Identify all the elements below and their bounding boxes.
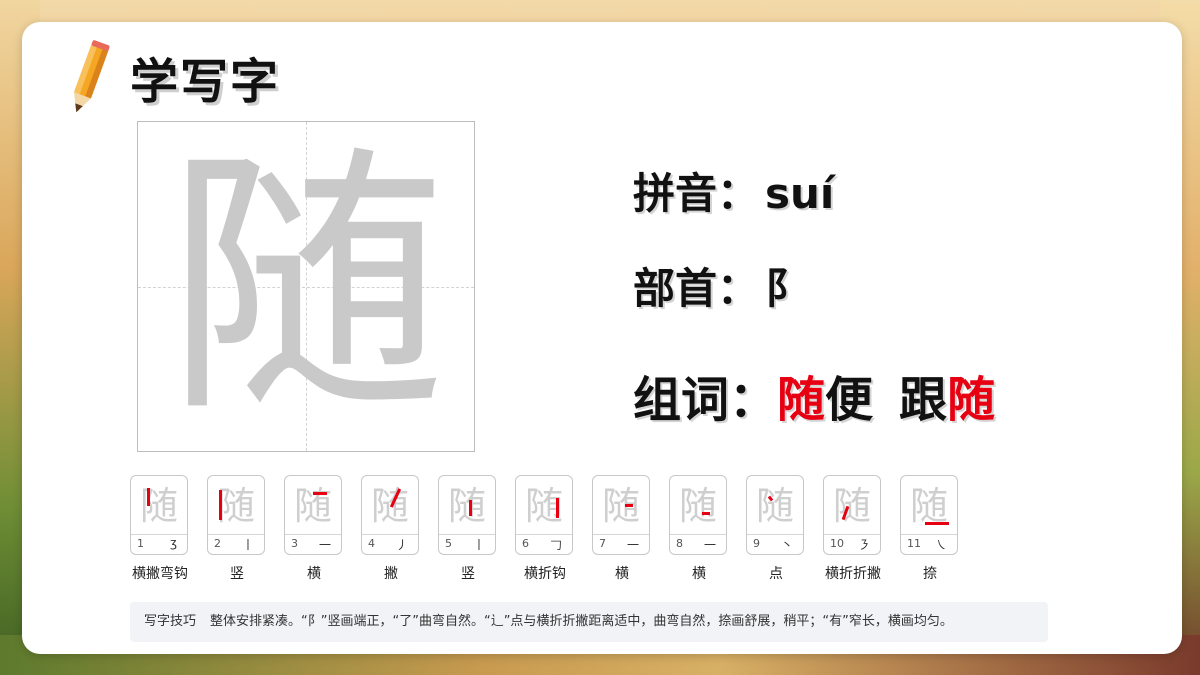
stroke-highlight xyxy=(147,488,150,506)
stroke-shape: 𠃌 xyxy=(549,538,562,552)
stroke-shape: 一 xyxy=(318,538,331,552)
stroke-highlight xyxy=(702,512,710,515)
stroke-card: 随 8 一 xyxy=(669,475,727,555)
large-character: 随 xyxy=(166,123,446,450)
stroke-character: 随 xyxy=(524,484,563,528)
radical-label: 部首： xyxy=(633,264,760,313)
stroke-card: 随 11 ㇏ xyxy=(900,475,958,555)
pinyin-row: 拼音： suí xyxy=(633,160,834,221)
word2-highlight: 随 xyxy=(947,372,996,428)
stroke-shape: ㇏ xyxy=(934,538,947,552)
stroke-shape: 一 xyxy=(703,538,716,552)
stroke-number: 8 xyxy=(676,537,683,550)
stroke-character: 随 xyxy=(293,484,332,528)
stroke-number: 9 xyxy=(753,537,760,550)
stroke-number: 11 xyxy=(907,537,921,550)
stroke-character: 随 xyxy=(216,484,255,528)
stroke-item: 随 6 𠃌 横折钩 xyxy=(515,475,575,582)
stroke-number: 4 xyxy=(368,537,375,550)
stroke-item: 随 4 丿 撇 xyxy=(361,475,421,582)
pencil-icon xyxy=(74,40,110,113)
stroke-item: 随 5 丨 竖 xyxy=(438,475,498,582)
stroke-shape: ㇋ xyxy=(857,538,870,552)
stroke-card: 随 2 丨 xyxy=(207,475,265,555)
word1-highlight: 随 xyxy=(777,372,826,428)
stroke-number: 1 xyxy=(137,537,144,550)
stroke-character: 随 xyxy=(139,484,178,528)
stroke-item: 随 8 一 横 xyxy=(669,475,729,582)
stroke-number: 6 xyxy=(522,537,529,550)
word-group-row: 组词：随便 跟随 xyxy=(633,360,995,430)
stroke-card: 随 9 丶 xyxy=(746,475,804,555)
radical-value: 阝 xyxy=(765,264,808,313)
stroke-character: 随 xyxy=(832,484,871,528)
stroke-number: 5 xyxy=(445,537,452,550)
page-title: 学写字 xyxy=(130,54,281,110)
stroke-card: 随 1 ʒ xyxy=(130,475,188,555)
word2-rest: 跟 xyxy=(899,372,948,428)
stroke-card: 随 10 ㇋ xyxy=(823,475,881,555)
stroke-shape: 一 xyxy=(626,538,639,552)
stroke-card: 随 5 丨 xyxy=(438,475,496,555)
stroke-name: 捺 xyxy=(923,566,937,582)
stroke-highlight xyxy=(556,498,559,518)
radical-row: 部首：阝 xyxy=(633,255,807,316)
stroke-highlight xyxy=(313,492,327,495)
pinyin-label: 拼音： xyxy=(633,169,760,218)
stroke-highlight xyxy=(469,500,472,516)
writing-tips-box: 写字技巧 整体安排紧凑。“阝”竖画端正，“了”曲弯自然。“辶”点与横折折撇距离适中… xyxy=(130,602,1048,642)
tips-label: 写字技巧 xyxy=(144,614,197,629)
stroke-card: 随 6 𠃌 xyxy=(515,475,573,555)
stroke-shape: ʒ xyxy=(170,536,177,550)
stroke-card: 随 7 一 xyxy=(592,475,650,555)
stroke-order-list: 随 1 ʒ 横撇弯钩 随 2 丨 竖 随 3 一 横 随 4 丿 撇 随 5 丨… xyxy=(130,475,970,585)
stroke-character: 随 xyxy=(755,484,794,528)
stroke-item: 随 9 丶 点 xyxy=(746,475,806,582)
stroke-item: 随 10 ㇋ 横折折撇 xyxy=(823,475,883,582)
word1-rest: 便 xyxy=(825,372,874,428)
stroke-number: 10 xyxy=(830,537,844,550)
stroke-card: 随 3 一 xyxy=(284,475,342,555)
stroke-shape: 丿 xyxy=(395,538,408,552)
stroke-item: 随 7 一 横 xyxy=(592,475,652,582)
words-label: 组词： xyxy=(633,372,778,428)
stroke-character: 随 xyxy=(447,484,486,528)
stroke-item: 随 1 ʒ 横撇弯钩 xyxy=(130,475,190,582)
stroke-number: 7 xyxy=(599,537,606,550)
stroke-highlight xyxy=(625,504,633,507)
stroke-item: 随 2 丨 竖 xyxy=(207,475,267,582)
stroke-highlight xyxy=(219,490,222,520)
character-practice-grid: 随 xyxy=(137,121,475,452)
stroke-character: 随 xyxy=(601,484,640,528)
tips-text: 整体安排紧凑。“阝”竖画端正，“了”曲弯自然。“辶”点与横折折撇距离适中，曲弯自… xyxy=(210,614,953,629)
stroke-card: 随 4 丿 xyxy=(361,475,419,555)
stroke-shape: 丨 xyxy=(472,538,485,552)
stroke-item: 随 11 ㇏ 捺 xyxy=(900,475,960,582)
stroke-item: 随 3 一 横 xyxy=(284,475,344,582)
pinyin-value: suí xyxy=(765,169,835,218)
stroke-shape: 丨 xyxy=(241,538,254,552)
stroke-character: 随 xyxy=(678,484,717,528)
stroke-number: 3 xyxy=(291,537,298,550)
stroke-shape: 丶 xyxy=(780,538,793,552)
stroke-number: 2 xyxy=(214,537,221,550)
stroke-highlight xyxy=(925,522,949,525)
